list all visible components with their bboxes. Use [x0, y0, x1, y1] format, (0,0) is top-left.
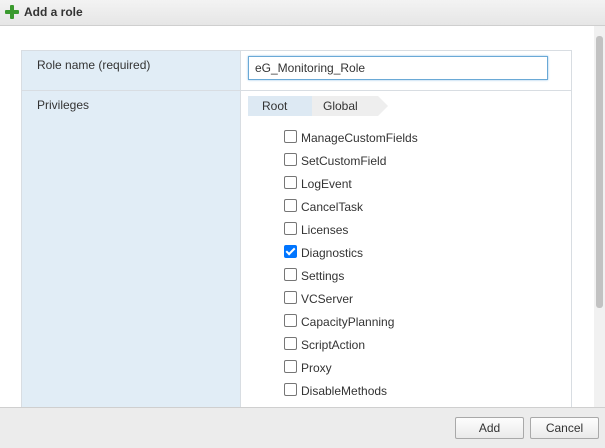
privilege-checkbox[interactable]	[284, 337, 297, 350]
privilege-item[interactable]: SetCustomField	[284, 153, 504, 171]
privilege-checkbox[interactable]	[284, 199, 297, 212]
breadcrumb-global[interactable]: Global	[312, 96, 388, 116]
privilege-item[interactable]: ManageCustomFields	[284, 130, 504, 148]
plus-icon	[5, 5, 19, 19]
privilege-item[interactable]: DisableMethods	[284, 383, 504, 401]
privilege-item[interactable]: CapacityPlanning	[284, 314, 504, 332]
dialog-titlebar: Add a role	[0, 0, 605, 26]
privilege-checkbox[interactable]	[284, 130, 297, 143]
dialog-content: Role name (required) Privileges Root Glo…	[0, 26, 594, 407]
privilege-label: ScriptAction	[301, 338, 366, 352]
role-name-label: Role name (required)	[37, 58, 151, 72]
privilege-item[interactable]: CancelTask	[284, 199, 504, 217]
privilege-label: CapacityPlanning	[301, 315, 395, 329]
privilege-item[interactable]: Licenses	[284, 222, 504, 240]
privilege-checkbox[interactable]	[284, 314, 297, 327]
row-divider	[22, 90, 571, 91]
privilege-item[interactable]: Diagnostics	[284, 245, 504, 263]
role-form: Role name (required) Privileges Root Glo…	[21, 50, 572, 407]
breadcrumb-root[interactable]: Root	[248, 96, 322, 116]
privilege-item[interactable]: Settings	[284, 268, 504, 286]
role-name-input[interactable]	[248, 56, 548, 80]
privilege-label: ManageCustomFields	[301, 131, 418, 145]
privilege-item[interactable]: ScriptAction	[284, 337, 504, 355]
privileges-label: Privileges	[37, 98, 90, 112]
cancel-button[interactable]: Cancel	[530, 417, 599, 439]
privilege-checkbox[interactable]	[284, 176, 297, 189]
privilege-label: LogEvent	[301, 177, 352, 191]
privilege-item[interactable]: VCServer	[284, 291, 504, 309]
privilege-label: VCServer	[301, 292, 354, 306]
privilege-checkbox[interactable]	[284, 291, 297, 304]
privilege-checkbox[interactable]	[284, 360, 297, 373]
privilege-label: Settings	[301, 269, 345, 283]
dialog-title: Add a role	[24, 5, 83, 19]
privilege-label: Proxy	[301, 361, 332, 375]
privilege-label: Diagnostics	[301, 246, 364, 260]
privilege-item[interactable]: LogEvent	[284, 176, 504, 194]
privilege-checkbox[interactable]	[284, 245, 297, 258]
add-button[interactable]: Add	[455, 417, 524, 439]
content-scrollbar[interactable]	[594, 26, 605, 407]
privilege-label: SetCustomField	[301, 154, 387, 168]
privilege-checkbox[interactable]	[284, 153, 297, 166]
scrollbar-thumb[interactable]	[596, 36, 603, 308]
privilege-checkbox[interactable]	[284, 383, 297, 396]
privilege-item[interactable]: Proxy	[284, 360, 504, 378]
privilege-label: CancelTask	[301, 200, 364, 214]
privilege-label: Licenses	[301, 223, 349, 237]
privilege-label: DisableMethods	[301, 384, 388, 398]
privilege-checkbox[interactable]	[284, 222, 297, 235]
dialog-footer: Add Cancel	[0, 407, 605, 448]
privilege-checkbox[interactable]	[284, 268, 297, 281]
